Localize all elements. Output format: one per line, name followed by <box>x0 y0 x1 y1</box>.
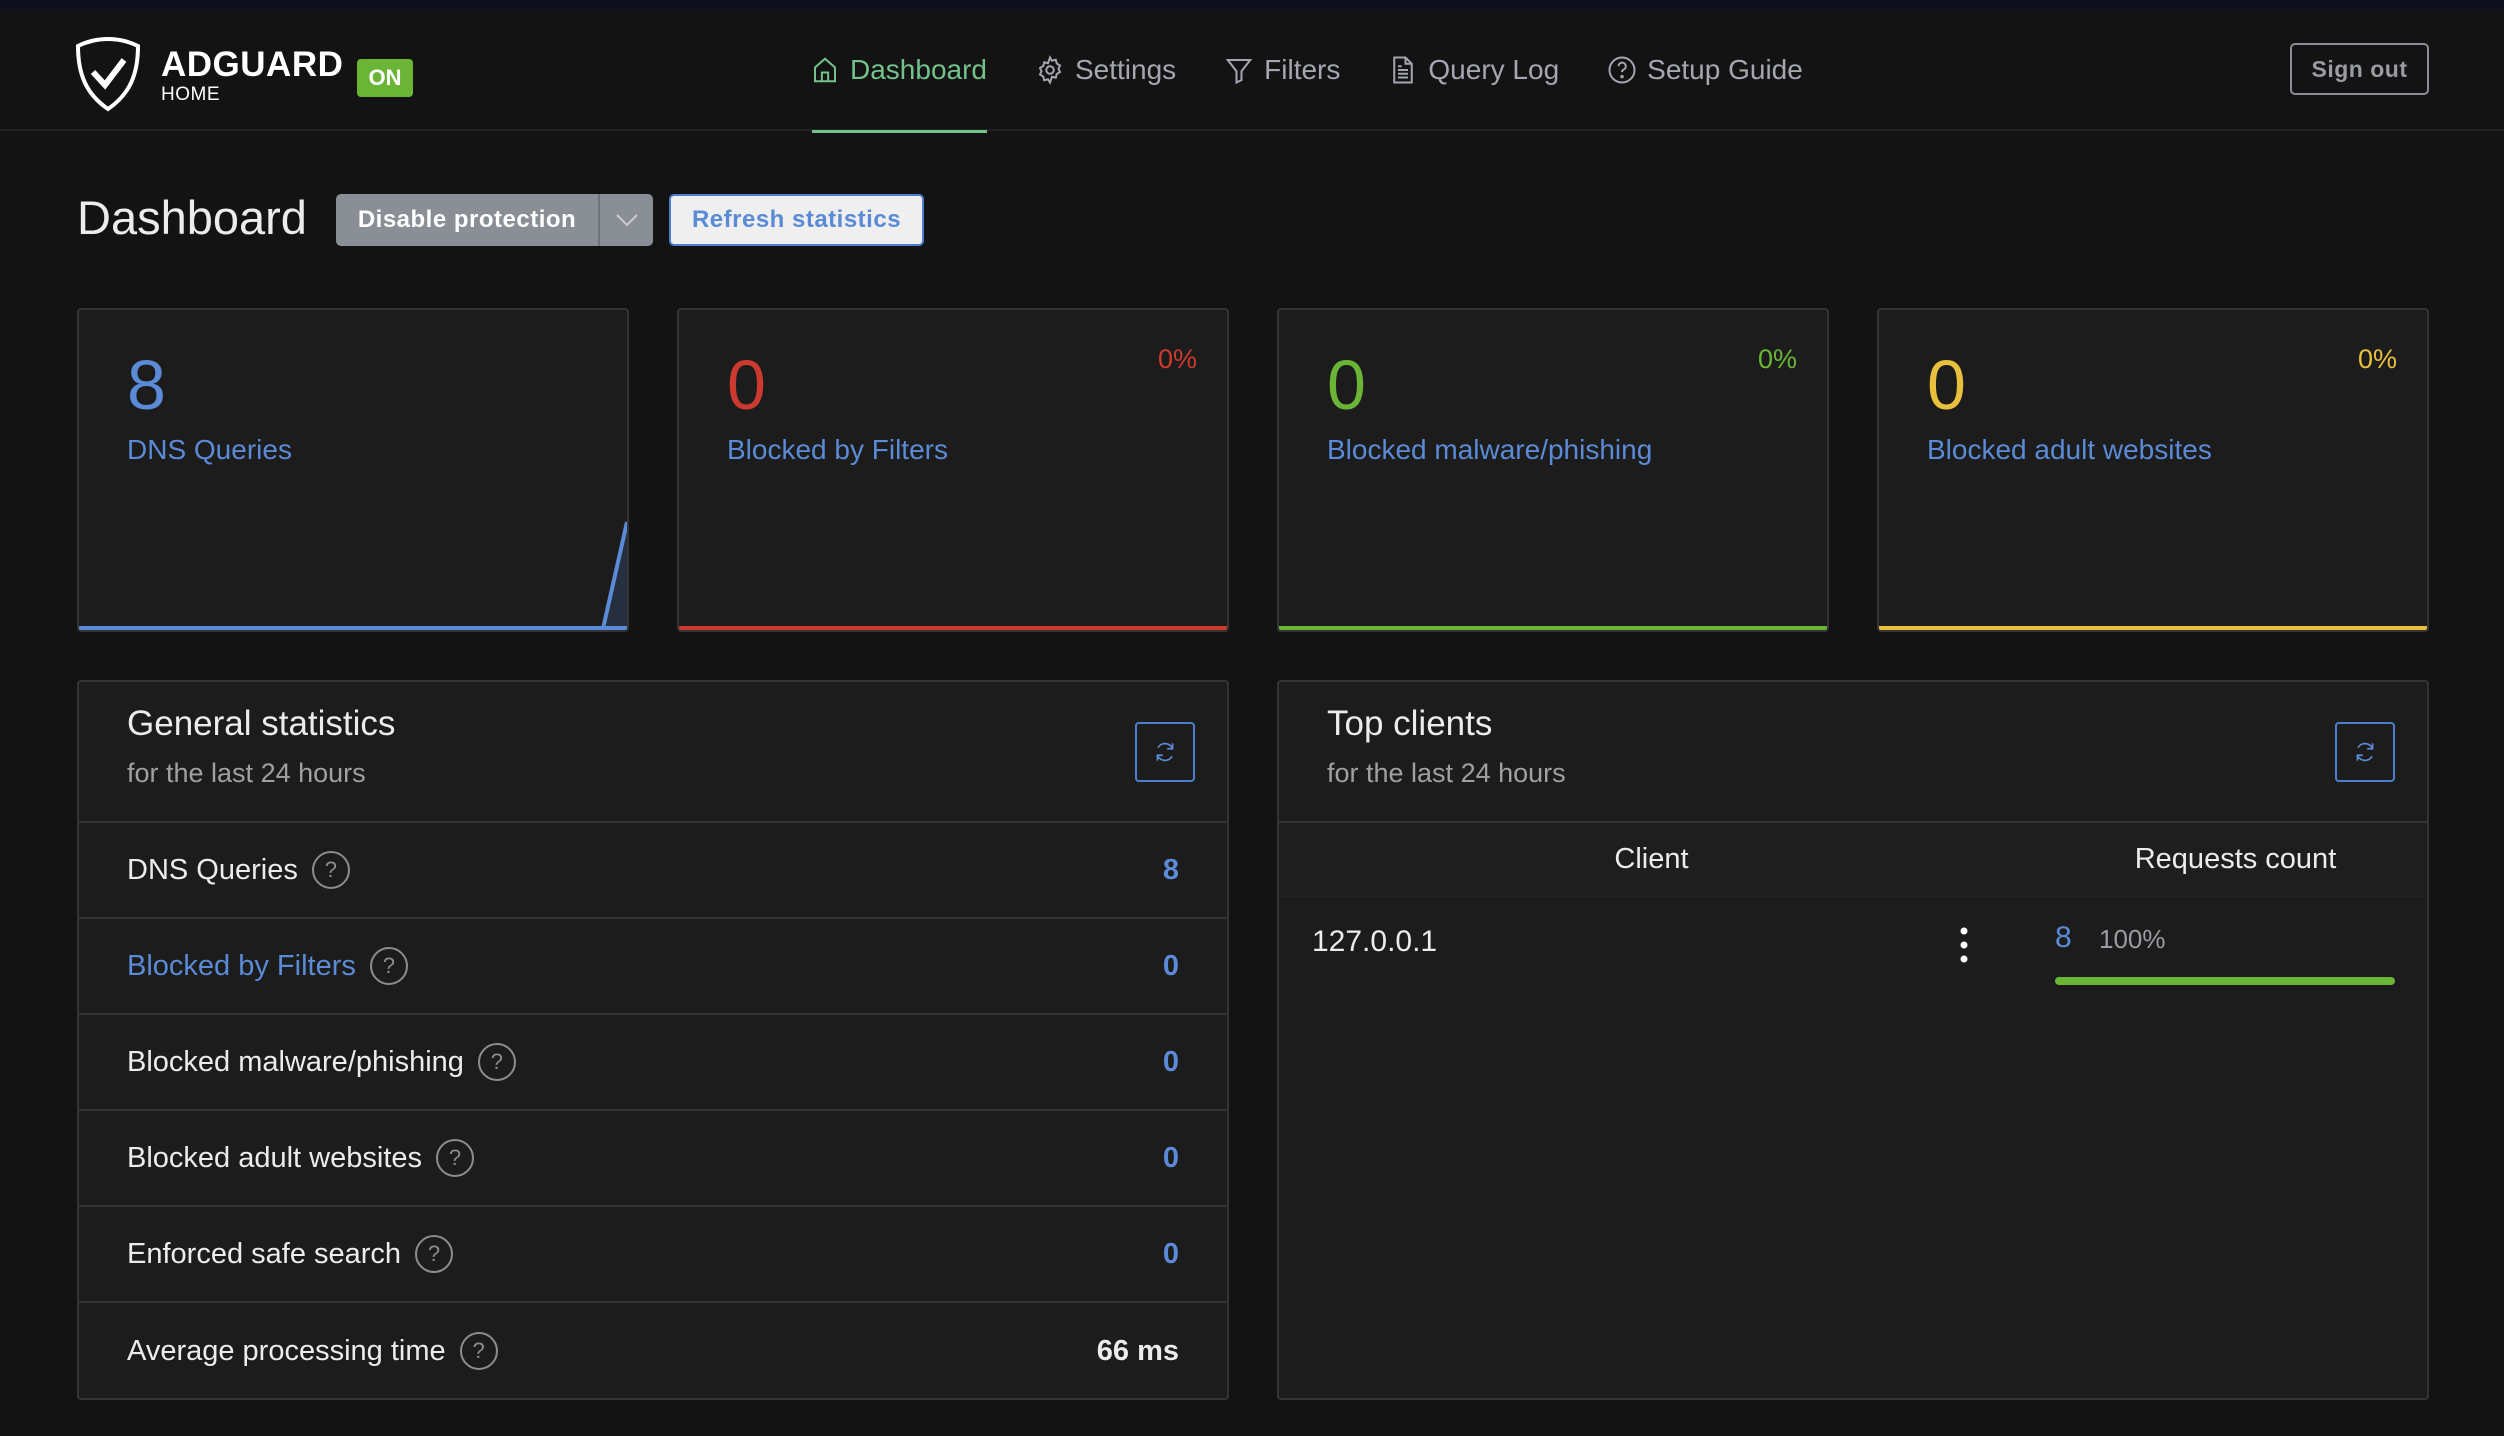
card-percent: 0% <box>1157 344 1197 374</box>
column-header-requests[interactable]: Requests count <box>2024 843 2427 876</box>
card-value: 0 <box>1927 346 1966 424</box>
card-label[interactable]: Blocked by Filters <box>727 434 948 466</box>
stat-label[interactable]: Blocked by Filters <box>127 950 356 983</box>
nav-settings-label: Settings <box>1074 54 1177 85</box>
window-top-strip <box>0 0 2504 9</box>
stat-row: Average processing time? 66 ms <box>79 1303 1227 1398</box>
stat-label: Average processing time <box>127 1334 446 1367</box>
stat-row: Blocked adult websites? 0 <box>79 1111 1227 1207</box>
help-icon[interactable]: ? <box>436 1139 474 1177</box>
card-bottom-bar <box>1879 626 2427 630</box>
sparkline-line <box>79 521 627 630</box>
help-icon[interactable]: ? <box>477 1043 516 1081</box>
card-value: 0 <box>1327 346 1366 424</box>
chevron-down-icon <box>615 214 638 227</box>
request-percent: 100% <box>2099 924 2166 954</box>
top-clients-panel: Top clients for the last 24 hours Client… <box>1277 680 2429 1400</box>
brand-name: ADGUARD <box>161 45 344 84</box>
stat-value: 0 <box>1162 1045 1179 1078</box>
sign-out-button[interactable]: Sign out <box>2290 43 2429 95</box>
stat-label: Blocked malware/phishing <box>127 1045 464 1078</box>
panel-subtitle: for the last 24 hours <box>127 758 366 788</box>
document-icon <box>1393 56 1414 84</box>
nav-query-log-label: Query Log <box>1428 54 1560 85</box>
page-title: Dashboard <box>77 191 307 244</box>
nav-settings[interactable]: Settings <box>1035 9 1176 131</box>
kebab-menu-icon[interactable] <box>1957 925 1971 965</box>
refresh-general-stats-button[interactable] <box>1135 722 1195 782</box>
nav-query-log[interactable]: Query Log <box>1388 9 1559 131</box>
panel-subtitle: for the last 24 hours <box>1327 758 1566 788</box>
clients-table-body: 127.0.0.1 8 100% <box>1279 897 2427 1007</box>
help-icon[interactable]: ? <box>311 851 350 889</box>
stat-value: 66 ms <box>1096 1334 1179 1367</box>
refresh-statistics-button[interactable]: Refresh statistics <box>669 194 924 246</box>
card-label[interactable]: Blocked adult websites <box>1927 434 2212 466</box>
stat-value: 8 <box>1162 853 1179 886</box>
card-blocked-malware: 0 Blocked malware/phishing 0% <box>1277 308 1829 632</box>
nav-setup-guide-label: Setup Guide <box>1647 54 1803 85</box>
refresh-top-clients-button[interactable] <box>2335 722 2395 782</box>
brand: ADGUARD HOME <box>161 47 343 106</box>
adguard-shield-logo-icon[interactable] <box>74 36 142 112</box>
card-percent: 0% <box>1757 344 1797 374</box>
card-dns-queries: 8 DNS Queries <box>77 308 629 632</box>
request-progress-fill <box>2055 977 2395 985</box>
stat-label: DNS Queries <box>127 853 298 886</box>
nav-filters-label: Filters <box>1264 54 1341 85</box>
card-blocked-filters: 0 Blocked by Filters 0% <box>677 308 1229 632</box>
brand-subtitle: HOME <box>161 84 220 105</box>
card-blocked-adult: 0 Blocked adult websites 0% <box>1877 308 2429 632</box>
stat-value: 0 <box>1162 1237 1179 1270</box>
stat-list: DNS Queries? 8 Blocked by Filters? 0 Blocked… <box>79 823 1227 1398</box>
protection-dropdown-toggle[interactable] <box>600 194 653 246</box>
disable-protection-button[interactable]: Disable protection <box>336 194 600 246</box>
refresh-icon <box>1156 742 1174 762</box>
card-label[interactable]: Blocked malware/phishing <box>1327 434 1652 466</box>
client-ip[interactable]: 127.0.0.1 <box>1312 925 1437 959</box>
card-value: 0 <box>727 346 766 424</box>
card-bottom-bar <box>79 626 627 630</box>
request-progress-track <box>2055 977 2395 985</box>
protection-button-group: Disable protection <box>336 194 653 246</box>
stat-row: Enforced safe search? 0 <box>79 1207 1227 1303</box>
panel-header: General statistics for the last 24 hours <box>79 682 1227 823</box>
gear-icon <box>1038 55 1062 85</box>
main-nav: Dashboard Settings Filters Query Log Set… <box>810 9 1851 133</box>
stat-label: Enforced safe search <box>127 1237 402 1270</box>
request-count: 8 <box>2055 921 2072 954</box>
help-icon[interactable]: ? <box>459 1332 498 1370</box>
nav-setup-guide[interactable]: Setup Guide <box>1607 9 1803 131</box>
client-row: 127.0.0.1 8 100% <box>1279 897 2427 1007</box>
filter-icon <box>1225 59 1253 85</box>
card-bottom-bar <box>679 626 1227 630</box>
column-header-client[interactable]: Client <box>1279 843 2024 876</box>
panel-title: Top clients <box>1327 704 1493 743</box>
panel-header: Top clients for the last 24 hours <box>1279 682 2427 823</box>
stat-value: 0 <box>1162 949 1179 982</box>
nav-filters[interactable]: Filters <box>1224 9 1340 131</box>
card-bottom-bar <box>1279 626 1827 630</box>
clients-table-header: Client Requests count <box>1279 823 2427 897</box>
general-statistics-panel: General statistics for the last 24 hours… <box>77 680 1229 1400</box>
nav-dashboard[interactable]: Dashboard <box>810 9 987 133</box>
panel-title: General statistics <box>127 704 396 743</box>
help-circle-icon <box>1608 56 1636 84</box>
stat-value: 0 <box>1162 1141 1179 1174</box>
stat-row: Blocked by Filters? 0 <box>79 919 1227 1015</box>
card-label[interactable]: DNS Queries <box>127 434 292 466</box>
help-icon[interactable]: ? <box>415 1235 454 1273</box>
sparkline-area <box>79 522 627 630</box>
stat-row: DNS Queries? 8 <box>79 823 1227 919</box>
card-percent: 0% <box>2357 344 2397 374</box>
stat-row: Blocked malware/phishing? 0 <box>79 1015 1227 1111</box>
stat-label: Blocked adult websites <box>127 1141 422 1174</box>
nav-dashboard-label: Dashboard <box>850 54 987 85</box>
home-icon <box>814 57 836 83</box>
protection-status-badge: ON <box>357 59 413 97</box>
card-value: 8 <box>127 346 166 424</box>
help-icon[interactable]: ? <box>369 947 408 985</box>
refresh-icon <box>2356 742 2374 762</box>
dns-queries-sparkline <box>79 521 627 630</box>
